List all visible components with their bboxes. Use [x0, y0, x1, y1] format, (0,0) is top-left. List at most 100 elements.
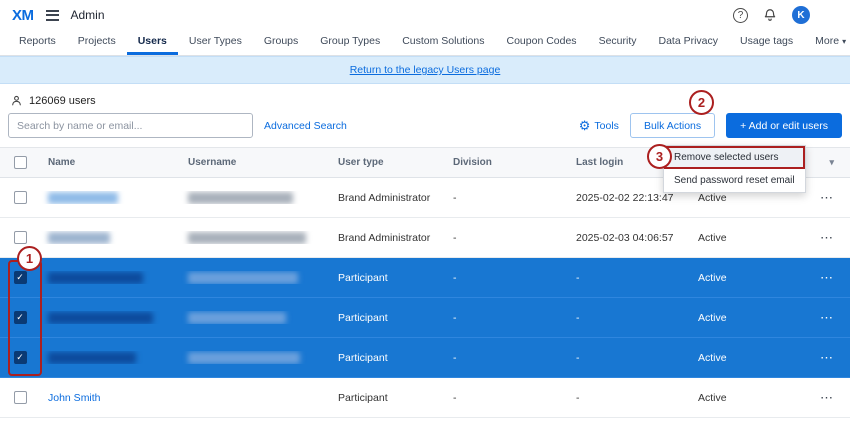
- legacy-users-link[interactable]: Return to the legacy Users page: [350, 64, 501, 76]
- tools-label: Tools: [594, 120, 619, 132]
- division-cell: -: [445, 352, 568, 364]
- tab-reports[interactable]: Reports: [8, 30, 67, 55]
- status-cell: Active: [690, 272, 790, 284]
- tab-coupon-codes[interactable]: Coupon Codes: [496, 30, 588, 55]
- status-cell: Active: [690, 192, 790, 204]
- last-login-cell: -: [568, 272, 690, 284]
- last-login-cell: -: [568, 312, 690, 324]
- username-cell: [180, 191, 330, 203]
- redacted-name: [48, 312, 153, 324]
- division-cell: -: [445, 192, 568, 204]
- menu-item-remove-selected-users[interactable]: Remove selected users: [664, 146, 805, 169]
- status-cell: Active: [690, 232, 790, 244]
- gear-icon: ⚙: [579, 119, 591, 132]
- division-cell: -: [445, 232, 568, 244]
- admin-nav: Reports Projects Users User Types Groups…: [0, 30, 850, 56]
- users-toolbar: Advanced Search ⚙ Tools Bulk Actions + A…: [0, 111, 850, 147]
- search-input[interactable]: [8, 113, 253, 138]
- menu-item-send-password-reset-email[interactable]: Send password reset email: [664, 169, 805, 192]
- row-menu-icon[interactable]: ⋯: [820, 350, 834, 365]
- name-cell: [40, 311, 180, 323]
- username-cell: [180, 311, 330, 323]
- users-count: 126069 users: [29, 95, 96, 107]
- row-checkbox[interactable]: [14, 391, 27, 404]
- tab-users[interactable]: Users: [127, 30, 178, 55]
- user-type-cell: Participant: [330, 272, 445, 284]
- tools-button[interactable]: ⚙ Tools: [579, 119, 619, 132]
- tab-data-privacy[interactable]: Data Privacy: [648, 30, 730, 55]
- name-cell: [40, 271, 180, 283]
- name-cell: [40, 351, 180, 363]
- redacted-name: [48, 192, 118, 204]
- tab-usage-tags[interactable]: Usage tags: [729, 30, 804, 55]
- redacted-name: [48, 272, 143, 284]
- table-row-selected[interactable]: ✓ Participant - - Active ⋯: [0, 298, 850, 338]
- row-menu-icon[interactable]: ⋯: [820, 390, 834, 405]
- table-row[interactable]: Brand Administrator - 2025-02-03 04:06:5…: [0, 218, 850, 258]
- username-cell: [180, 351, 330, 363]
- users-count-icon: [10, 94, 23, 107]
- notifications-bell-icon[interactable]: [763, 8, 777, 22]
- division-cell: -: [445, 272, 568, 284]
- tab-groups[interactable]: Groups: [253, 30, 309, 55]
- help-icon[interactable]: ?: [733, 8, 748, 23]
- redacted-username: [188, 352, 300, 364]
- redacted-username: [188, 232, 306, 244]
- header-user-type: User type: [330, 157, 445, 168]
- user-name-link[interactable]: John Smith: [48, 392, 101, 404]
- row-menu-icon[interactable]: ⋯: [820, 270, 834, 285]
- tab-more[interactable]: More ▾: [804, 30, 850, 55]
- division-cell: -: [445, 392, 568, 404]
- redacted-name: [48, 232, 110, 244]
- annotation-step-1: 1: [17, 246, 42, 271]
- columns-chevron-icon[interactable]: ▾: [829, 157, 834, 167]
- apps-grid-icon[interactable]: [825, 9, 838, 22]
- last-login-cell: 2025-02-02 22:13:47: [568, 192, 690, 204]
- tab-security[interactable]: Security: [588, 30, 648, 55]
- hamburger-menu-icon[interactable]: [46, 10, 59, 21]
- row-checkbox[interactable]: [14, 191, 27, 204]
- row-menu-icon[interactable]: ⋯: [820, 310, 834, 325]
- name-cell: John Smith: [40, 392, 180, 404]
- status-cell: Active: [690, 352, 790, 364]
- page-title: Admin: [71, 8, 105, 22]
- tab-more-label: More: [815, 35, 839, 47]
- user-type-cell: Participant: [330, 352, 445, 364]
- header-name: Name: [40, 157, 180, 168]
- tab-custom-solutions[interactable]: Custom Solutions: [391, 30, 495, 55]
- redacted-name: [48, 352, 136, 364]
- avatar[interactable]: K: [792, 6, 810, 24]
- tab-group-types[interactable]: Group Types: [309, 30, 391, 55]
- bulk-actions-button[interactable]: Bulk Actions: [630, 113, 715, 138]
- last-login-cell: -: [568, 392, 690, 404]
- table-row-selected[interactable]: ✓ Participant - - Active ⋯: [0, 258, 850, 298]
- username-cell: [180, 231, 330, 243]
- row-menu-icon[interactable]: ⋯: [820, 230, 834, 245]
- user-type-cell: Participant: [330, 392, 445, 404]
- table-row[interactable]: John Smith Participant - - Active ⋯: [0, 378, 850, 418]
- annotation-step-3: 3: [647, 144, 672, 169]
- user-type-cell: Brand Administrator: [330, 192, 445, 204]
- row-menu-icon[interactable]: ⋯: [820, 190, 834, 205]
- user-type-cell: Participant: [330, 312, 445, 324]
- chevron-down-icon: ▾: [842, 37, 846, 46]
- user-type-cell: Brand Administrator: [330, 232, 445, 244]
- users-count-row: 126069 users: [0, 84, 850, 111]
- tab-user-types[interactable]: User Types: [178, 30, 253, 55]
- last-login-cell: -: [568, 352, 690, 364]
- redacted-username: [188, 192, 293, 204]
- advanced-search-link[interactable]: Advanced Search: [264, 120, 347, 132]
- division-cell: -: [445, 312, 568, 324]
- header-username: Username: [180, 157, 330, 168]
- bulk-actions-menu: Remove selected users Send password rese…: [663, 145, 806, 193]
- row-checkbox[interactable]: [14, 231, 27, 244]
- add-or-edit-users-button[interactable]: + Add or edit users: [726, 113, 842, 138]
- table-row-selected[interactable]: ✓ Participant - - Active ⋯: [0, 338, 850, 378]
- status-cell: Active: [690, 312, 790, 324]
- select-all-checkbox[interactable]: [14, 156, 27, 169]
- last-login-cell: 2025-02-03 04:06:57: [568, 232, 690, 244]
- tab-projects[interactable]: Projects: [67, 30, 127, 55]
- redacted-username: [188, 312, 286, 324]
- xm-logo: XM: [12, 7, 34, 24]
- username-cell: [180, 271, 330, 283]
